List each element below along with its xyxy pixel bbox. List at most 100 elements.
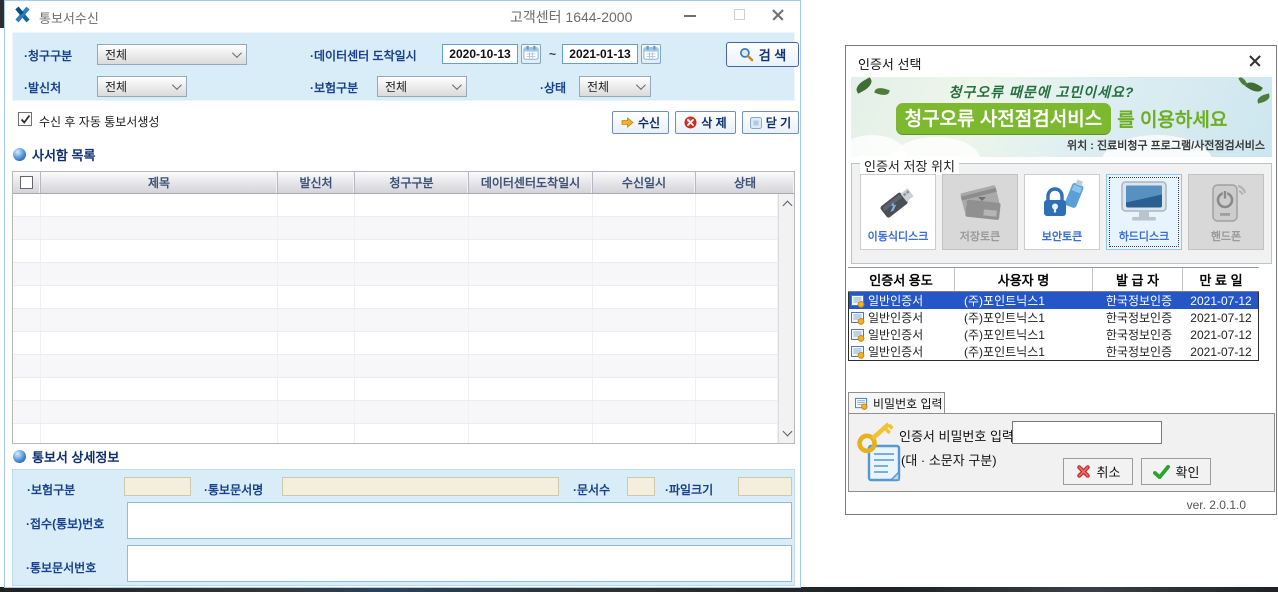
certificate-row[interactable]: 일반인증서 (주)포인트닉스1 한국정보인증 2021-07-12 <box>849 326 1258 343</box>
checkmark-icon <box>20 114 31 125</box>
minimize-button[interactable] <box>673 1 707 29</box>
certificate-row-selected[interactable]: 일반인증서 (주)포인트닉스1 한국정보인증 2021-07-12 <box>849 292 1258 309</box>
table-row[interactable] <box>13 263 778 286</box>
cert-expiry: 2021-07-12 <box>1184 326 1258 343</box>
password-tab[interactable]: 비밀번호 입력 <box>848 392 945 414</box>
mailbox-table: 제목 발신처 청구구분 데이터센터도착일시 수신일시 상태 <box>12 171 795 444</box>
column-header-sender[interactable]: 발신처 <box>278 172 355 193</box>
date-to-input[interactable]: 2021-01-13 <box>562 44 638 64</box>
close-window-button[interactable] <box>761 1 795 29</box>
certificate-table-header: 인증서 용도 사용자 명 발 급 자 만 료 일 <box>848 267 1259 292</box>
titlebar: 통보서수신 고객센터 1644-2000 <box>5 1 800 29</box>
dialog-close-button[interactable] <box>1242 50 1268 72</box>
cancel-button-label: 취소 <box>1097 462 1121 481</box>
select-all-checkbox[interactable] <box>20 176 33 189</box>
table-row[interactable] <box>13 240 778 263</box>
chevron-down-icon <box>232 48 242 58</box>
table-row[interactable] <box>13 401 778 424</box>
calendar-icon <box>643 45 659 61</box>
certificate-table-body: 일반인증서 (주)포인트닉스1 한국정보인증 2021-07-12 일반인증서 … <box>848 292 1259 361</box>
cancel-button[interactable]: 취소 <box>1063 458 1133 485</box>
insurance-type-select[interactable]: 전체 <box>377 76 467 97</box>
cert-column-user[interactable]: 사용자 명 <box>955 268 1093 291</box>
cert-purpose: 일반인증서 <box>868 343 923 360</box>
calendar-from-button[interactable] <box>521 44 541 64</box>
storage-option-security-token[interactable]: 보안토큰 <box>1024 174 1100 250</box>
detail-file-size-field[interactable] <box>738 477 792 496</box>
detail-doc-name-field[interactable] <box>282 477 559 496</box>
cert-user: (주)포인트닉스1 <box>956 343 1094 360</box>
section-bullet-icon <box>13 450 26 463</box>
column-header-title[interactable]: 제목 <box>41 172 278 193</box>
insurance-type-value: 전체 <box>385 78 407 95</box>
confirm-button[interactable]: 확인 <box>1141 458 1211 485</box>
delete-button[interactable]: 삭 제 <box>675 111 736 134</box>
receive-button[interactable]: 수신 <box>612 111 669 134</box>
table-row[interactable] <box>13 194 778 217</box>
table-row[interactable] <box>13 355 778 378</box>
receipt-number-label: ·접수(통보)번호 <box>26 515 104 532</box>
close-button[interactable]: 닫 기 <box>742 111 799 134</box>
promo-banner[interactable]: 청구오류 때문에 고민이세요? 청구오류 사전점검서비스 를 이용하세요 위치 … <box>851 77 1272 157</box>
cert-expiry: 2021-07-12 <box>1184 343 1258 360</box>
column-header-claim-type[interactable]: 청구구분 <box>355 172 469 193</box>
auto-receive-checkbox[interactable] <box>18 112 32 126</box>
detail-insurance-field[interactable] <box>124 477 191 496</box>
status-label: ·상태 <box>540 79 566 96</box>
detail-doc-count-field[interactable] <box>627 477 655 496</box>
check-icon <box>1153 465 1170 479</box>
detail-section-title: 통보서 상세정보 <box>32 447 119 466</box>
scroll-down-icon[interactable] <box>782 427 792 437</box>
select-all-cell <box>13 172 41 193</box>
receive-button-label: 수신 <box>638 114 660 131</box>
maximize-button[interactable] <box>723 1 757 29</box>
certificate-row[interactable]: 일반인증서 (주)포인트닉스1 한국정보인증 2021-07-12 <box>849 309 1258 326</box>
claim-type-select[interactable]: 전체 <box>97 44 247 65</box>
table-row[interactable] <box>13 424 778 443</box>
table-row[interactable] <box>13 286 778 309</box>
cert-column-expiry[interactable]: 만 료 일 <box>1183 268 1259 291</box>
notification-receive-window: 통보서수신 고객센터 1644-2000 ·청구구분 전체 ·데이터센터 도착일… <box>4 0 801 588</box>
certificate-icon <box>851 328 865 342</box>
delete-x-icon <box>684 116 697 129</box>
action-row: 수신 후 자동 통보서생성 수신 삭 제 닫 기 <box>12 105 795 137</box>
cert-column-issuer[interactable]: 발 급 자 <box>1093 268 1183 291</box>
banner-service-suffix: 를 이용하세요 <box>1117 105 1227 132</box>
banner-question-text: 청구오류 때문에 고민이세요? <box>851 82 1232 102</box>
mailbox-table-body <box>13 194 778 443</box>
usb-drive-icon <box>872 179 924 228</box>
storage-option-removable-disk[interactable]: 이동식디스크 <box>860 174 936 250</box>
card-token-icon <box>954 179 1006 228</box>
calendar-icon <box>523 45 539 61</box>
certificate-icon <box>851 311 865 325</box>
status-value: 전체 <box>587 78 609 95</box>
calendar-to-button[interactable] <box>641 44 661 64</box>
certificate-select-dialog: 인증서 선택 청구오류 때문에 고민이세요? 청구오류 사전점검서비스 를 이용… <box>845 45 1277 515</box>
column-header-status[interactable]: 상태 <box>696 172 794 193</box>
column-header-arrival[interactable]: 데이터센터도착일시 <box>469 172 593 193</box>
table-row[interactable] <box>13 309 778 332</box>
certificate-row[interactable]: 일반인증서 (주)포인트닉스1 한국정보인증 2021-07-12 <box>849 343 1258 360</box>
scroll-up-icon[interactable] <box>782 201 792 211</box>
table-row[interactable] <box>13 332 778 355</box>
search-button[interactable]: 검 색 <box>726 42 799 67</box>
column-header-received[interactable]: 수신일시 <box>593 172 696 193</box>
storage-option-storage-token[interactable]: 저장토큰 <box>942 174 1018 250</box>
storage-option-hard-disk[interactable]: 하드디스크 <box>1106 174 1182 250</box>
cancel-x-icon <box>1076 464 1091 479</box>
receipt-number-field[interactable] <box>127 502 792 539</box>
sender-select[interactable]: 전체 <box>97 76 187 97</box>
lock-usb-icon <box>1036 179 1088 228</box>
date-from-input[interactable]: 2020-10-13 <box>442 44 518 64</box>
certificate-password-input[interactable] <box>1012 421 1162 444</box>
doc-number-field[interactable] <box>127 545 792 582</box>
vertical-scrollbar[interactable] <box>778 194 794 443</box>
cert-column-purpose[interactable]: 인증서 용도 <box>848 268 955 291</box>
storage-option-mobile-phone[interactable]: 핸드폰 <box>1188 174 1264 250</box>
storage-option-label: 보안토큰 <box>1025 228 1099 244</box>
table-row[interactable] <box>13 217 778 240</box>
table-row[interactable] <box>13 378 778 401</box>
status-select[interactable]: 전체 <box>579 76 651 97</box>
cert-purpose: 일반인증서 <box>868 326 923 343</box>
certificate-icon <box>851 345 865 359</box>
